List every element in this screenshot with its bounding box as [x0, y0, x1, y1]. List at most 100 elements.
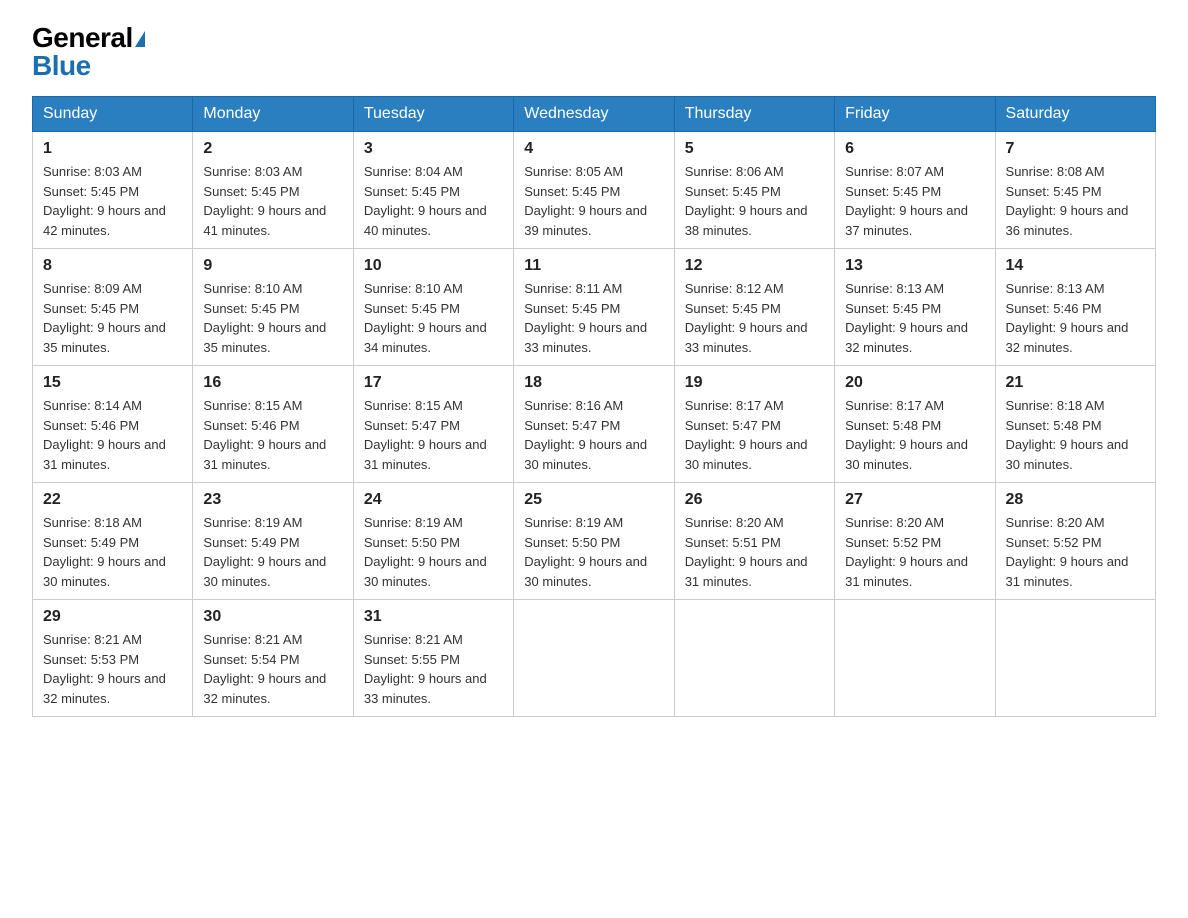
calendar-cell: 26 Sunrise: 8:20 AM Sunset: 5:51 PM Dayl… — [674, 483, 834, 600]
day-number: 7 — [1006, 140, 1145, 158]
day-number: 1 — [43, 140, 182, 158]
calendar-cell: 30 Sunrise: 8:21 AM Sunset: 5:54 PM Dayl… — [193, 600, 353, 717]
weekday-header-friday: Friday — [835, 97, 995, 132]
calendar-cell — [514, 600, 674, 717]
day-number: 15 — [43, 374, 182, 392]
calendar-cell: 7 Sunrise: 8:08 AM Sunset: 5:45 PM Dayli… — [995, 132, 1155, 249]
calendar-cell: 17 Sunrise: 8:15 AM Sunset: 5:47 PM Dayl… — [353, 366, 513, 483]
weekday-header-tuesday: Tuesday — [353, 97, 513, 132]
day-info: Sunrise: 8:04 AM Sunset: 5:45 PM Dayligh… — [364, 162, 503, 240]
day-number: 24 — [364, 491, 503, 509]
day-info: Sunrise: 8:10 AM Sunset: 5:45 PM Dayligh… — [203, 279, 342, 357]
day-info: Sunrise: 8:08 AM Sunset: 5:45 PM Dayligh… — [1006, 162, 1145, 240]
day-number: 17 — [364, 374, 503, 392]
calendar-cell: 8 Sunrise: 8:09 AM Sunset: 5:45 PM Dayli… — [33, 249, 193, 366]
day-number: 19 — [685, 374, 824, 392]
day-info: Sunrise: 8:19 AM Sunset: 5:49 PM Dayligh… — [203, 513, 342, 591]
calendar-cell: 25 Sunrise: 8:19 AM Sunset: 5:50 PM Dayl… — [514, 483, 674, 600]
day-info: Sunrise: 8:20 AM Sunset: 5:52 PM Dayligh… — [845, 513, 984, 591]
day-info: Sunrise: 8:21 AM Sunset: 5:54 PM Dayligh… — [203, 630, 342, 708]
calendar-cell: 20 Sunrise: 8:17 AM Sunset: 5:48 PM Dayl… — [835, 366, 995, 483]
calendar-cell: 15 Sunrise: 8:14 AM Sunset: 5:46 PM Dayl… — [33, 366, 193, 483]
page-header: General Blue — [32, 24, 1156, 80]
day-info: Sunrise: 8:13 AM Sunset: 5:45 PM Dayligh… — [845, 279, 984, 357]
day-number: 29 — [43, 608, 182, 626]
day-info: Sunrise: 8:21 AM Sunset: 5:53 PM Dayligh… — [43, 630, 182, 708]
day-info: Sunrise: 8:20 AM Sunset: 5:52 PM Dayligh… — [1006, 513, 1145, 591]
calendar-week-row: 1 Sunrise: 8:03 AM Sunset: 5:45 PM Dayli… — [33, 132, 1156, 249]
day-info: Sunrise: 8:17 AM Sunset: 5:48 PM Dayligh… — [845, 396, 984, 474]
calendar-cell: 16 Sunrise: 8:15 AM Sunset: 5:46 PM Dayl… — [193, 366, 353, 483]
day-number: 26 — [685, 491, 824, 509]
day-info: Sunrise: 8:12 AM Sunset: 5:45 PM Dayligh… — [685, 279, 824, 357]
day-number: 23 — [203, 491, 342, 509]
calendar-week-row: 15 Sunrise: 8:14 AM Sunset: 5:46 PM Dayl… — [33, 366, 1156, 483]
day-number: 12 — [685, 257, 824, 275]
calendar-cell: 19 Sunrise: 8:17 AM Sunset: 5:47 PM Dayl… — [674, 366, 834, 483]
day-number: 31 — [364, 608, 503, 626]
calendar-cell: 12 Sunrise: 8:12 AM Sunset: 5:45 PM Dayl… — [674, 249, 834, 366]
calendar-cell — [835, 600, 995, 717]
day-info: Sunrise: 8:18 AM Sunset: 5:49 PM Dayligh… — [43, 513, 182, 591]
day-number: 28 — [1006, 491, 1145, 509]
calendar-cell: 5 Sunrise: 8:06 AM Sunset: 5:45 PM Dayli… — [674, 132, 834, 249]
calendar-cell: 24 Sunrise: 8:19 AM Sunset: 5:50 PM Dayl… — [353, 483, 513, 600]
day-info: Sunrise: 8:05 AM Sunset: 5:45 PM Dayligh… — [524, 162, 663, 240]
calendar-week-row: 8 Sunrise: 8:09 AM Sunset: 5:45 PM Dayli… — [33, 249, 1156, 366]
day-info: Sunrise: 8:16 AM Sunset: 5:47 PM Dayligh… — [524, 396, 663, 474]
day-info: Sunrise: 8:07 AM Sunset: 5:45 PM Dayligh… — [845, 162, 984, 240]
day-info: Sunrise: 8:19 AM Sunset: 5:50 PM Dayligh… — [364, 513, 503, 591]
day-number: 14 — [1006, 257, 1145, 275]
calendar-week-row: 22 Sunrise: 8:18 AM Sunset: 5:49 PM Dayl… — [33, 483, 1156, 600]
day-info: Sunrise: 8:17 AM Sunset: 5:47 PM Dayligh… — [685, 396, 824, 474]
day-info: Sunrise: 8:09 AM Sunset: 5:45 PM Dayligh… — [43, 279, 182, 357]
day-number: 5 — [685, 140, 824, 158]
calendar-cell: 1 Sunrise: 8:03 AM Sunset: 5:45 PM Dayli… — [33, 132, 193, 249]
day-info: Sunrise: 8:13 AM Sunset: 5:46 PM Dayligh… — [1006, 279, 1145, 357]
day-number: 11 — [524, 257, 663, 275]
calendar-cell: 22 Sunrise: 8:18 AM Sunset: 5:49 PM Dayl… — [33, 483, 193, 600]
weekday-header-row: SundayMondayTuesdayWednesdayThursdayFrid… — [33, 97, 1156, 132]
day-info: Sunrise: 8:06 AM Sunset: 5:45 PM Dayligh… — [685, 162, 824, 240]
day-info: Sunrise: 8:14 AM Sunset: 5:46 PM Dayligh… — [43, 396, 182, 474]
day-number: 22 — [43, 491, 182, 509]
day-info: Sunrise: 8:15 AM Sunset: 5:46 PM Dayligh… — [203, 396, 342, 474]
calendar-cell: 11 Sunrise: 8:11 AM Sunset: 5:45 PM Dayl… — [514, 249, 674, 366]
calendar-cell: 23 Sunrise: 8:19 AM Sunset: 5:49 PM Dayl… — [193, 483, 353, 600]
calendar-cell: 2 Sunrise: 8:03 AM Sunset: 5:45 PM Dayli… — [193, 132, 353, 249]
day-number: 30 — [203, 608, 342, 626]
day-info: Sunrise: 8:03 AM Sunset: 5:45 PM Dayligh… — [203, 162, 342, 240]
day-number: 21 — [1006, 374, 1145, 392]
day-number: 25 — [524, 491, 663, 509]
calendar-table: SundayMondayTuesdayWednesdayThursdayFrid… — [32, 96, 1156, 717]
calendar-cell: 6 Sunrise: 8:07 AM Sunset: 5:45 PM Dayli… — [835, 132, 995, 249]
day-number: 16 — [203, 374, 342, 392]
weekday-header-wednesday: Wednesday — [514, 97, 674, 132]
logo-triangle-icon — [135, 31, 145, 47]
calendar-cell: 31 Sunrise: 8:21 AM Sunset: 5:55 PM Dayl… — [353, 600, 513, 717]
day-number: 18 — [524, 374, 663, 392]
day-number: 9 — [203, 257, 342, 275]
day-number: 6 — [845, 140, 984, 158]
day-number: 27 — [845, 491, 984, 509]
day-number: 4 — [524, 140, 663, 158]
day-number: 3 — [364, 140, 503, 158]
calendar-cell: 28 Sunrise: 8:20 AM Sunset: 5:52 PM Dayl… — [995, 483, 1155, 600]
calendar-cell: 21 Sunrise: 8:18 AM Sunset: 5:48 PM Dayl… — [995, 366, 1155, 483]
calendar-cell: 18 Sunrise: 8:16 AM Sunset: 5:47 PM Dayl… — [514, 366, 674, 483]
day-info: Sunrise: 8:11 AM Sunset: 5:45 PM Dayligh… — [524, 279, 663, 357]
day-number: 2 — [203, 140, 342, 158]
calendar-cell — [995, 600, 1155, 717]
calendar-cell: 10 Sunrise: 8:10 AM Sunset: 5:45 PM Dayl… — [353, 249, 513, 366]
weekday-header-sunday: Sunday — [33, 97, 193, 132]
logo-blue-text: Blue — [32, 50, 91, 81]
calendar-cell: 29 Sunrise: 8:21 AM Sunset: 5:53 PM Dayl… — [33, 600, 193, 717]
weekday-header-thursday: Thursday — [674, 97, 834, 132]
calendar-cell: 3 Sunrise: 8:04 AM Sunset: 5:45 PM Dayli… — [353, 132, 513, 249]
day-info: Sunrise: 8:18 AM Sunset: 5:48 PM Dayligh… — [1006, 396, 1145, 474]
day-info: Sunrise: 8:21 AM Sunset: 5:55 PM Dayligh… — [364, 630, 503, 708]
logo: General Blue — [32, 24, 145, 80]
calendar-cell — [674, 600, 834, 717]
weekday-header-monday: Monday — [193, 97, 353, 132]
calendar-cell: 27 Sunrise: 8:20 AM Sunset: 5:52 PM Dayl… — [835, 483, 995, 600]
